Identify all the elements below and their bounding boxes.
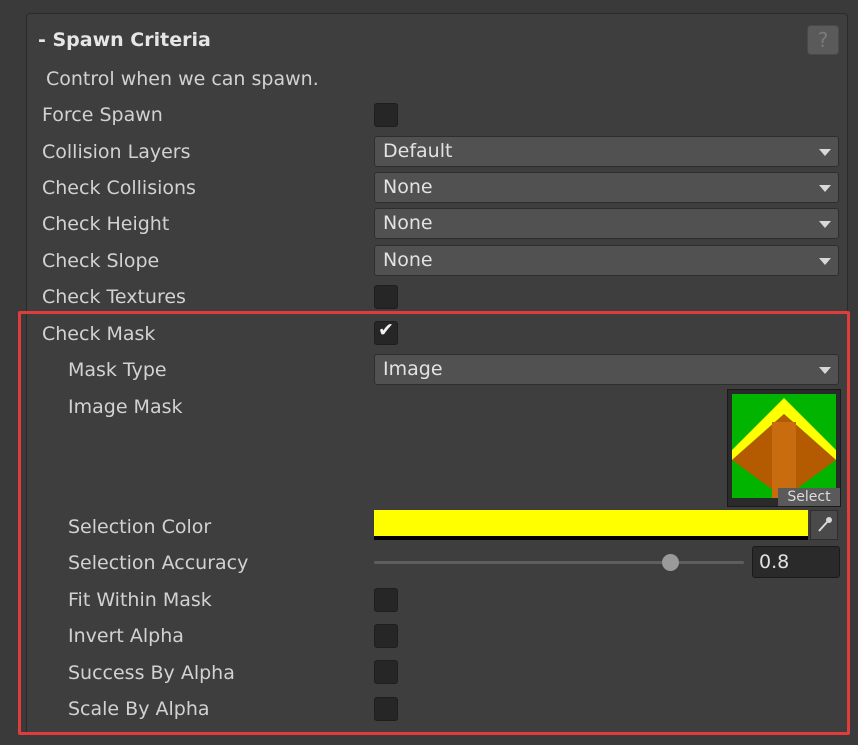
mask-preview-image [732, 394, 836, 498]
mask-type-label: Mask Type [68, 359, 167, 381]
check-mask-label: Check Mask [42, 323, 156, 345]
fit-within-mask-checkbox[interactable] [374, 588, 398, 612]
image-select-button[interactable]: Select [778, 488, 840, 506]
selection-color-label: Selection Color [68, 516, 212, 538]
mask-type-value: Image [383, 358, 443, 380]
check-height-value: None [383, 212, 433, 234]
collision-layers-label: Collision Layers [42, 141, 191, 163]
image-mask-label: Image Mask [68, 396, 183, 418]
check-collisions-dropdown[interactable]: None [374, 172, 839, 203]
selection-color-swatch[interactable] [374, 510, 808, 540]
check-collisions-label: Check Collisions [42, 177, 196, 199]
success-by-alpha-checkbox[interactable] [374, 660, 398, 684]
mask-type-dropdown[interactable]: Image [374, 354, 839, 385]
invert-alpha-label: Invert Alpha [68, 625, 184, 647]
fit-within-mask-label: Fit Within Mask [68, 589, 212, 611]
selection-accuracy-input[interactable]: 0.8 [752, 546, 840, 578]
selection-accuracy-slider[interactable] [374, 561, 744, 564]
invert-alpha-checkbox[interactable] [374, 624, 398, 648]
check-height-label: Check Height [42, 213, 170, 235]
collision-layers-dropdown[interactable]: Default [374, 136, 839, 167]
scale-by-alpha-label: Scale By Alpha [68, 698, 210, 720]
image-mask-field[interactable]: Select [727, 389, 841, 507]
chevron-down-icon [819, 258, 831, 265]
check-slope-value: None [383, 249, 433, 271]
check-height-dropdown[interactable]: None [374, 208, 839, 239]
check-textures-checkbox[interactable] [374, 285, 398, 309]
chevron-down-icon [819, 149, 831, 156]
force-spawn-label: Force Spawn [42, 104, 163, 126]
section-title[interactable]: - Spawn Criteria [38, 29, 211, 51]
help-button[interactable]: ? [807, 25, 839, 55]
check-collisions-value: None [383, 176, 433, 198]
section-header[interactable]: - Spawn Criteria [36, 22, 836, 56]
selection-accuracy-label: Selection Accuracy [68, 552, 249, 574]
collision-layers-value: Default [383, 140, 453, 162]
success-by-alpha-label: Success By Alpha [68, 662, 235, 684]
chevron-down-icon [819, 185, 831, 192]
scale-by-alpha-checkbox[interactable] [374, 697, 398, 721]
eyedropper-icon [818, 517, 832, 532]
force-spawn-checkbox[interactable] [374, 103, 398, 127]
check-mask-checkbox[interactable]: ✔ [374, 319, 398, 345]
checkmark-icon: ✔ [378, 319, 394, 341]
selection-accuracy-value: 0.8 [759, 551, 790, 573]
chevron-down-icon [819, 367, 831, 374]
check-textures-label: Check Textures [42, 286, 186, 308]
chevron-down-icon [819, 221, 831, 228]
slider-thumb[interactable] [662, 554, 679, 571]
check-slope-dropdown[interactable]: None [374, 245, 839, 276]
eyedropper-button[interactable] [810, 510, 838, 540]
check-slope-label: Check Slope [42, 250, 160, 272]
section-description: Control when we can spawn. [46, 68, 319, 90]
